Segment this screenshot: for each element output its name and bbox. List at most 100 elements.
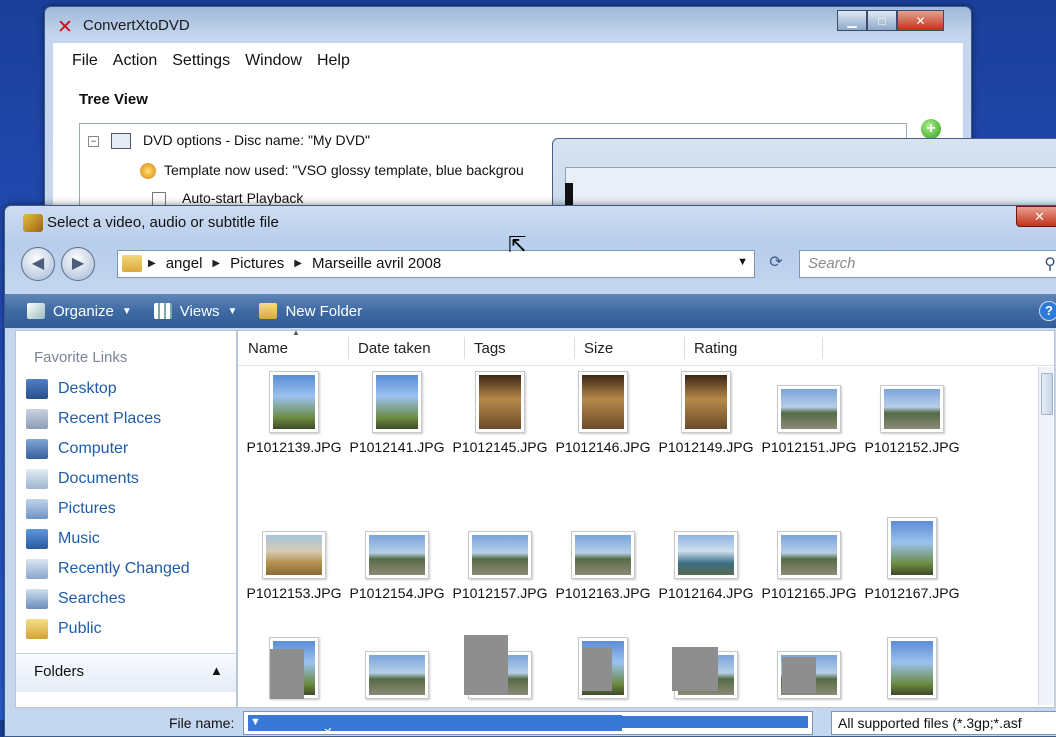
file-name-input[interactable]: C:\Users\angel\Pictures\Marseille avril … [243, 711, 813, 735]
public-icon [26, 619, 48, 639]
minimize-button[interactable]: ▁ [837, 10, 867, 31]
file-tile[interactable] [347, 651, 447, 699]
file-name-dropdown-icon[interactable]: ▼ [248, 716, 808, 728]
file-name: P1012141.JPG [349, 439, 445, 455]
column-tags[interactable]: Tags [468, 340, 506, 357]
nav-item-label: Searches [58, 590, 126, 607]
address-dropdown-icon[interactable]: ▼ [737, 256, 748, 268]
file-name: P1012154.JPG [349, 585, 445, 601]
nav-item-music[interactable]: Music [26, 529, 100, 549]
vertical-scrollbar[interactable] [1038, 367, 1053, 705]
column-divider[interactable] [684, 337, 685, 359]
maximize-button[interactable]: □ [867, 10, 897, 31]
address-bar[interactable]: ▶ angel ▶ Pictures ▶ Marseille avril 200… [117, 250, 755, 278]
thumbnail [674, 531, 738, 579]
column-rating[interactable]: Rating [688, 340, 737, 357]
column-divider[interactable] [822, 337, 823, 359]
file-tile[interactable]: P1012151.JPG [759, 371, 859, 455]
column-name[interactable]: Name [242, 340, 288, 357]
menu-file[interactable]: File [72, 52, 98, 70]
column-size[interactable]: Size [578, 340, 613, 357]
file-name: P1012163.JPG [555, 585, 651, 601]
convertx-titlebar[interactable]: ✕ ConvertXtoDVD ▁ □ ✕ [45, 7, 971, 41]
nav-item-label: Recent Places [58, 410, 162, 427]
tree-row-dvd-options[interactable]: − DVD options - Disc name: "My DVD" [88, 132, 370, 150]
search-input[interactable]: Search ⚲ [799, 250, 1056, 278]
file-tile[interactable]: P1012146.JPG [553, 371, 653, 455]
file-tile[interactable]: P1012167.JPG [862, 517, 962, 601]
file-name-label: File name: [169, 715, 235, 731]
desktop-icon [26, 379, 48, 399]
column-date-taken[interactable]: Date taken [352, 340, 431, 357]
file-tile[interactable]: P1012139.JPG [244, 371, 344, 455]
menu-settings[interactable]: Settings [172, 52, 230, 70]
pictures-icon [26, 499, 48, 519]
file-name: P1012152.JPG [864, 439, 960, 455]
nav-item-recently-changed[interactable]: Recently Changed [26, 559, 190, 579]
dialog-close-button[interactable]: ✕ [1016, 206, 1056, 227]
menu-action[interactable]: Action [113, 52, 157, 70]
favorite-links-header: Favorite Links [34, 349, 128, 366]
back-button[interactable]: ◀ [21, 247, 55, 281]
add-icon[interactable]: + [921, 119, 941, 139]
nav-item-label: Recently Changed [58, 560, 190, 577]
file-tile[interactable]: P1012164.JPG [656, 517, 756, 601]
nav-item-searches[interactable]: Searches [26, 589, 126, 609]
nav-item-label: Pictures [58, 500, 116, 517]
nav-item-pictures[interactable]: Pictures [26, 499, 116, 519]
column-divider[interactable] [574, 337, 575, 359]
breadcrumb-angel[interactable]: angel [166, 255, 203, 272]
computer-icon [26, 439, 48, 459]
nav-item-public[interactable]: Public [26, 619, 102, 639]
file-tile[interactable]: P1012165.JPG [759, 517, 859, 601]
file-tile[interactable]: P1012163.JPG [553, 517, 653, 601]
folders-toggle[interactable]: Folders ▲ [16, 653, 236, 692]
file-tile[interactable]: P1012157.JPG [450, 517, 550, 601]
file-tile[interactable]: P1012153.JPG [244, 517, 344, 601]
search-icon[interactable]: ⚲ [1044, 254, 1056, 274]
file-tile[interactable]: P1012149.JPG [656, 371, 756, 455]
refresh-icon[interactable]: ⟳ [761, 250, 791, 276]
scrollbar-thumb[interactable] [1041, 373, 1053, 415]
convertx-logo-icon: ✕ [57, 17, 73, 38]
new-folder-label: New Folder [285, 302, 363, 320]
tree-row-autostart[interactable]: Auto-start Playback [152, 190, 303, 207]
file-tile[interactable] [862, 637, 962, 699]
nav-item-computer[interactable]: Computer [26, 439, 128, 459]
file-list[interactable]: ▲ Name Date taken Tags Size Rating P1012… [237, 328, 1055, 708]
nav-item-recent-places[interactable]: Recent Places [26, 409, 161, 429]
forward-button[interactable]: ▶ [61, 247, 95, 281]
breadcrumb-pictures[interactable]: Pictures [230, 255, 284, 272]
collapse-icon[interactable]: − [88, 135, 99, 147]
column-divider[interactable] [464, 337, 465, 359]
breadcrumb-arrow-icon[interactable]: ▶ [212, 258, 220, 269]
thumbnail [887, 517, 937, 579]
command-toolbar: Organize ▼ Views ▼ New Folder ? [5, 294, 1056, 328]
breadcrumb-arrow-icon[interactable]: ▶ [294, 258, 302, 269]
breadcrumb-marseille[interactable]: Marseille avril 2008 [312, 255, 441, 272]
views-button[interactable]: Views ▼ [153, 303, 237, 320]
new-folder-icon [259, 303, 278, 319]
file-name: P1012157.JPG [452, 585, 548, 601]
breadcrumb-arrow-icon[interactable]: ▶ [148, 258, 156, 269]
menu-window[interactable]: Window [245, 52, 302, 70]
file-tile[interactable]: P1012145.JPG [450, 371, 550, 455]
nav-item-desktop[interactable]: Desktop [26, 379, 117, 399]
file-tile[interactable]: P1012152.JPG [862, 371, 962, 455]
organize-button[interactable]: Organize ▼ [27, 303, 132, 320]
menu-help[interactable]: Help [317, 52, 350, 70]
file-tile[interactable]: P1012141.JPG [347, 371, 447, 455]
file-tile[interactable]: P1012154.JPG [347, 517, 447, 601]
nav-item-documents[interactable]: Documents [26, 469, 139, 489]
file-type-value: All supported files (*.3gp;*.asf [838, 715, 1022, 731]
file-name: P1012164.JPG [658, 585, 754, 601]
close-button[interactable]: ✕ [897, 10, 944, 31]
new-folder-button[interactable]: New Folder [259, 303, 362, 320]
thumbnail [571, 531, 635, 579]
menu-bar: File Action Settings Window Help [53, 43, 963, 79]
help-icon[interactable]: ? [1039, 301, 1056, 321]
column-divider[interactable] [348, 337, 349, 359]
tree-row-template[interactable]: Template now used: "VSO glossy template,… [140, 162, 524, 180]
file-type-select[interactable]: All supported files (*.3gp;*.asf [831, 711, 1056, 735]
chevron-up-icon[interactable]: ▲ [210, 663, 223, 678]
